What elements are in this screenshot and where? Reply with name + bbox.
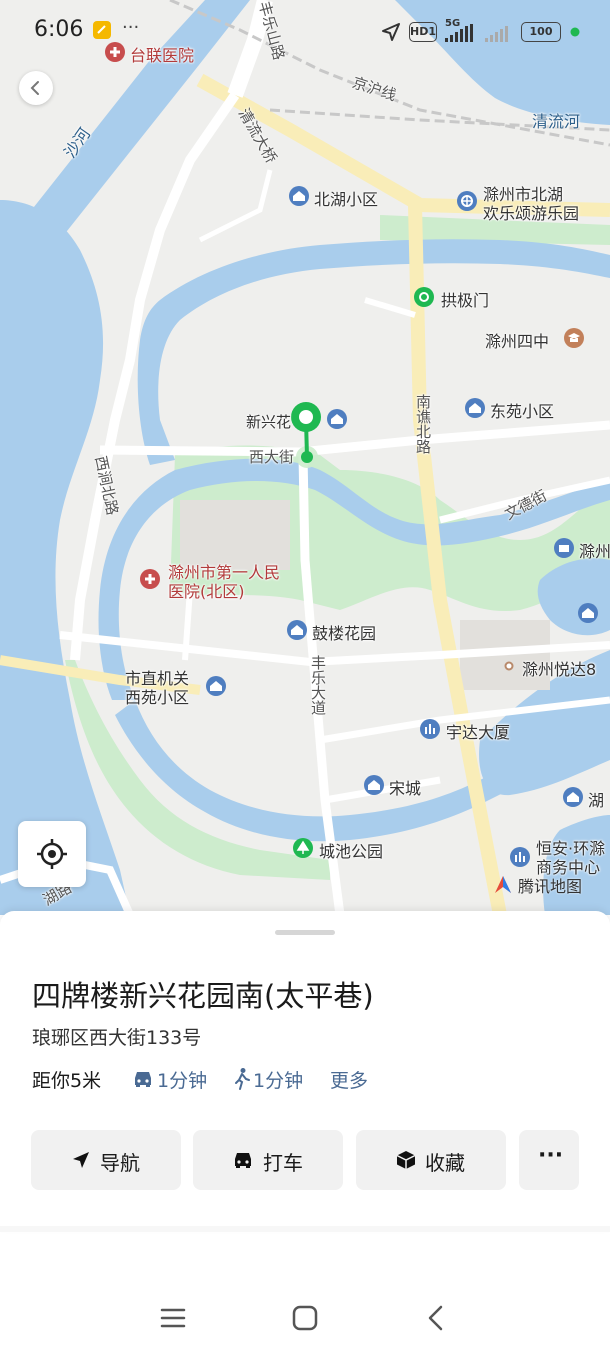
label-xida-street: 西大街 [249, 448, 295, 466]
notification-app-icon [93, 21, 111, 39]
label-park-line2[interactable]: 欢乐颂游乐园 [483, 200, 579, 224]
back-nav-icon[interactable] [417, 1298, 457, 1338]
hd-badge: HD1 [409, 22, 437, 42]
distance-text: 距你5米 [32, 1070, 102, 1092]
label-gongji-gate[interactable]: 拱极门 [441, 287, 489, 311]
recent-apps-icon[interactable] [153, 1298, 193, 1338]
label-govt-line2[interactable]: 西苑小区 [125, 684, 189, 708]
hospital-icon [140, 569, 160, 589]
label-chuzhou-right[interactable]: 滁州 [579, 538, 610, 562]
residential-icon [289, 186, 309, 206]
label-hu-right[interactable]: 湖 [588, 787, 604, 811]
residential-icon [206, 676, 226, 696]
taxi-car-icon [235, 1153, 251, 1168]
drag-handle[interactable] [275, 930, 335, 935]
crosshair-icon [37, 839, 67, 869]
navigate-label: 导航 [100, 1151, 140, 1175]
back-button[interactable] [19, 71, 53, 105]
car-icon [135, 1072, 151, 1087]
label-fengle-avenue: 丰乐大道 [309, 655, 327, 715]
label-yuda-building[interactable]: 宇达大厦 [446, 719, 510, 743]
more-actions-button[interactable]: ··· [519, 1130, 579, 1190]
label-yueda[interactable]: 滁州悦达8 [522, 656, 596, 680]
more-actions-icon: ··· [538, 1143, 564, 1168]
poi-dot-icon [504, 661, 514, 671]
taxi-button[interactable]: 打车 [193, 1130, 343, 1190]
residential-icon [327, 409, 347, 429]
park-tree-icon [293, 838, 313, 858]
residential-icon [563, 787, 583, 807]
chevron-left-icon [30, 81, 39, 95]
signal-icon [445, 24, 508, 42]
tencent-map-logo-icon [495, 876, 511, 893]
box-favorite-icon [396, 1151, 416, 1169]
office-building-icon [510, 847, 530, 867]
hospital-icon [105, 42, 125, 62]
location-pin-icon[interactable] [289, 400, 323, 434]
school-icon [564, 328, 584, 348]
label-chengchi-park[interactable]: 城池公园 [319, 838, 383, 862]
drive-time[interactable]: 1分钟 [157, 1066, 207, 1093]
walk-time[interactable]: 1分钟 [253, 1066, 303, 1093]
hotel-icon [554, 538, 574, 558]
favorite-label: 收藏 [425, 1151, 465, 1175]
system-nav-bar [0, 1280, 610, 1356]
label-tailian-hospital[interactable]: 台联医院 [130, 42, 194, 66]
residential-icon [465, 398, 485, 418]
place-address: 琅琊区西大街133号 [32, 1027, 202, 1049]
brand-label: 腾讯地图 [518, 877, 583, 896]
label-gulou-garden[interactable]: 鼓楼花园 [312, 620, 376, 644]
label-qingliu-river: 清流河 [532, 112, 581, 131]
map-view[interactable]: 6:06 ··· HD1 5G 100 台联医院 清流河 京沪线 沙河 清流大桥… [0, 0, 610, 915]
label-beihu-community[interactable]: 北湖小区 [314, 186, 378, 210]
status-time: 6:06 [34, 17, 84, 42]
sheet-divider [0, 1226, 610, 1232]
navigate-arrow-icon [73, 1152, 89, 1168]
landmark-icon [414, 287, 434, 307]
privacy-dot-icon [570, 27, 580, 37]
amusement-park-icon [457, 191, 477, 211]
residential-icon [364, 775, 384, 795]
label-no4-school[interactable]: 滁州四中 [485, 328, 549, 352]
taxi-label: 打车 [263, 1151, 303, 1175]
battery-indicator: 100 [521, 22, 561, 42]
place-detail-sheet[interactable]: 四牌楼新兴花园南(太平巷) 琅琊区西大街133号 距你5米 1分钟 1分钟 更多… [0, 911, 610, 1229]
office-building-icon [420, 719, 440, 739]
residential-icon [287, 620, 307, 640]
home-icon[interactable] [285, 1298, 325, 1338]
label-nanqiao-road: 南谯北路 [414, 394, 432, 454]
more-link[interactable]: 更多 [330, 1066, 368, 1093]
label-xinxing[interactable]: 新兴花 [246, 411, 291, 432]
residential-icon [578, 603, 598, 623]
place-title: 四牌楼新兴花园南(太平巷) [32, 979, 374, 1013]
status-bar: 6:06 ··· HD1 5G 100 [0, 0, 610, 62]
location-arrow-icon [382, 23, 400, 41]
label-hospital-line2[interactable]: 医院(北区) [168, 578, 245, 602]
label-song-city[interactable]: 宋城 [389, 775, 421, 799]
more-notifications-icon: ··· [122, 17, 140, 38]
locate-me-button[interactable] [18, 821, 86, 887]
label-dongyuan[interactable]: 东苑小区 [490, 398, 554, 422]
navigate-button[interactable]: 导航 [31, 1130, 181, 1190]
walk-icon [235, 1068, 250, 1090]
favorite-button[interactable]: 收藏 [356, 1130, 506, 1190]
